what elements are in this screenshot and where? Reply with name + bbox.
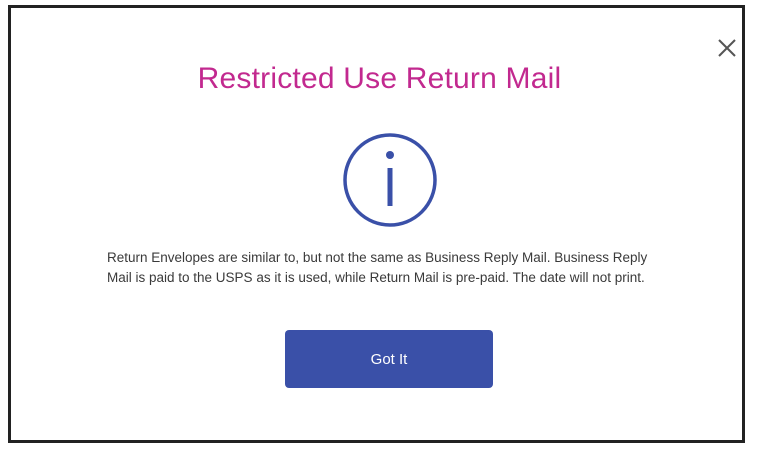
dialog-title: Restricted Use Return Mail — [197, 62, 562, 95]
dialog-message: Return Envelopes are similar to, but not… — [107, 250, 648, 285]
got-it-button[interactable]: Got It — [285, 330, 493, 388]
close-icon — [718, 39, 736, 57]
close-button[interactable] — [716, 37, 738, 59]
info-icon — [343, 133, 437, 227]
